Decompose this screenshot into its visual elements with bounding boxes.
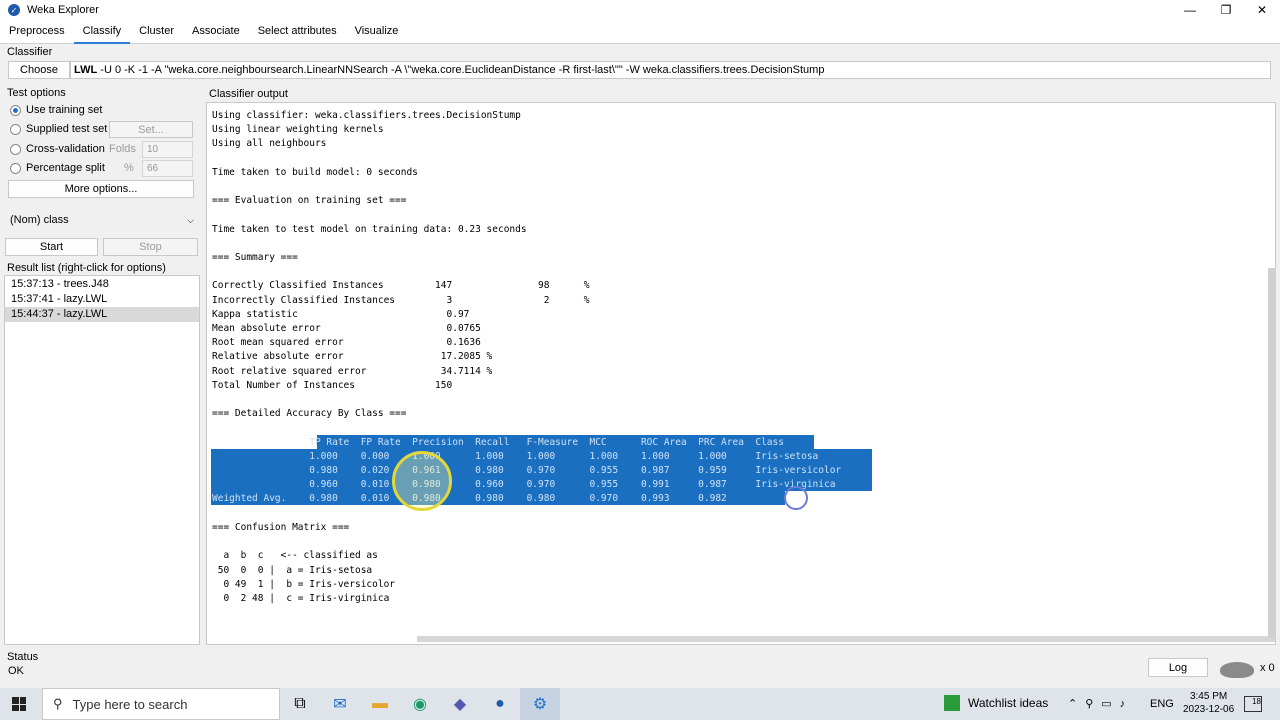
watchlist-label: Watchlist ideas [968, 696, 1049, 710]
tab-cluster[interactable]: Cluster [130, 20, 183, 44]
supplied-test-set-label: Supplied test set [26, 123, 108, 135]
cursor-highlight-circle [392, 451, 452, 511]
system-tray-icons[interactable]: ⌃⚲▭♪ [1068, 697, 1133, 710]
stop-button[interactable]: Stop [103, 238, 198, 256]
notification-count: 18 [1252, 697, 1261, 706]
output-text-top: Using classifier: weka.classifiers.trees… [212, 110, 590, 420]
radio-icon [10, 162, 21, 174]
status-bar: Status OK Log x 0 [0, 650, 1280, 688]
language-indicator[interactable]: ENG [1150, 698, 1174, 710]
classifier-output-label: Classifier output [209, 88, 288, 100]
mail-icon[interactable]: ✉ [320, 688, 360, 720]
tab-preprocess[interactable]: Preprocess [0, 20, 74, 44]
result-list-label: Result list (right-click for options) [7, 262, 166, 274]
weka-app-icon: ✓ [8, 4, 20, 16]
percentage-split-label: Percentage split [26, 162, 105, 174]
horizontal-scrollbar[interactable] [417, 636, 1275, 642]
percent-input[interactable]: 66 [142, 160, 193, 177]
use-training-set-radio[interactable]: Use training set [10, 102, 102, 118]
tab-classify[interactable]: Classify [73, 20, 131, 44]
cross-validation-radio[interactable]: Cross-validation [10, 141, 105, 157]
use-training-set-label: Use training set [26, 104, 103, 116]
windows-start-icon[interactable] [12, 697, 26, 711]
class-select[interactable]: (Nom) class ⌵ [4, 209, 200, 231]
list-item[interactable]: 15:44:37 - lazy.LWL [5, 307, 199, 322]
list-item[interactable]: 15:37:13 - trees.J48 [5, 277, 199, 292]
classifier-section-label: Classifier [7, 46, 53, 58]
chevron-down-icon: ⌵ [187, 214, 194, 225]
classifier-output-panel[interactable]: Using classifier: weka.classifiers.trees… [206, 102, 1276, 645]
more-options-button[interactable]: More options... [8, 180, 194, 198]
clock-date: 2023-12-06 [1183, 704, 1235, 715]
percentage-split-radio[interactable]: Percentage split [10, 160, 105, 176]
maximize-button[interactable]: ❐ [1208, 0, 1244, 20]
classifier-name: LWL [74, 64, 98, 76]
tab-associate[interactable]: Associate [183, 20, 249, 44]
clock-time: 3:45 PM [1189, 691, 1228, 702]
output-text: Using classifier: weka.classifiers.trees… [207, 103, 1275, 606]
classifier-args: -U 0 -K -1 -A "weka.core.neighboursearch… [97, 64, 825, 76]
minimize-button[interactable]: — [1172, 0, 1208, 20]
set-button[interactable]: Set... [109, 121, 193, 138]
tab-visualize[interactable]: Visualize [346, 20, 408, 44]
weka-taskbar-icon[interactable]: ● [480, 688, 520, 720]
radio-icon [10, 143, 21, 155]
taskbar-search-placeholder: Type here to search [72, 696, 188, 712]
classifier-config-field[interactable]: LWL -U 0 -K -1 -A "weka.core.neighbourse… [70, 61, 1271, 79]
task-view-icon[interactable]: ⧉ [280, 688, 320, 720]
choose-button[interactable]: Choose [8, 61, 70, 79]
title-bar: ✓ Weka Explorer — ❐ ✕ [0, 0, 1280, 20]
watchlist-widget[interactable]: Watchlist ideas [944, 695, 1048, 711]
close-button[interactable]: ✕ [1244, 0, 1280, 20]
watchlist-icon [944, 695, 960, 711]
start-button[interactable]: Start [5, 238, 98, 256]
file-explorer-icon[interactable]: ▬ [360, 688, 400, 720]
radio-icon [10, 123, 21, 135]
folds-label: Folds [109, 143, 136, 155]
radio-checked-icon [10, 104, 21, 116]
window-title: Weka Explorer [27, 4, 99, 16]
task-count: x 0 [1260, 662, 1275, 674]
search-icon: ⚲ [53, 696, 63, 711]
edge-icon[interactable]: ◉ [400, 688, 440, 720]
folds-input[interactable]: 10 [142, 141, 193, 158]
tab-bar: Preprocess Classify Cluster Associate Se… [0, 20, 1280, 44]
taskbar-search-box[interactable]: ⚲ Type here to search [42, 688, 280, 720]
accuracy-table-text: TP Rate FP Rate Precision Recall F-Measu… [212, 436, 842, 505]
supplied-test-set-radio[interactable]: Supplied test set [10, 121, 107, 137]
status-text: OK [8, 665, 24, 677]
notification-icon[interactable]: 18 [1244, 696, 1262, 712]
status-label: Status [7, 651, 39, 663]
teams-icon[interactable]: ◆ [440, 688, 480, 720]
classifier-row: Choose LWL -U 0 -K -1 -A "weka.core.neig… [8, 61, 1271, 79]
settings-app-icon[interactable]: ⚙ [520, 688, 560, 720]
cross-validation-label: Cross-validation [26, 143, 105, 155]
confusion-matrix-text: === Confusion Matrix === a b c <-- class… [212, 521, 396, 604]
percent-label: % [124, 162, 134, 174]
tab-select-attributes[interactable]: Select attributes [249, 20, 346, 44]
click-indicator-ring [784, 486, 808, 510]
test-options-label: Test options [7, 87, 66, 99]
class-select-value: (Nom) class [10, 214, 69, 226]
log-button[interactable]: Log [1148, 658, 1208, 677]
result-list: 15:37:13 - trees.J48 15:37:41 - lazy.LWL… [4, 275, 200, 645]
weka-bird-icon [1220, 662, 1254, 678]
clock[interactable]: 3:45 PM 2023-12-06 [1183, 690, 1234, 716]
taskbar: ⚲ Type here to search ⧉ ✉ ▬ ◉ ◆ ● ⚙ Watch… [0, 688, 1280, 720]
list-item[interactable]: 15:37:41 - lazy.LWL [5, 292, 199, 307]
